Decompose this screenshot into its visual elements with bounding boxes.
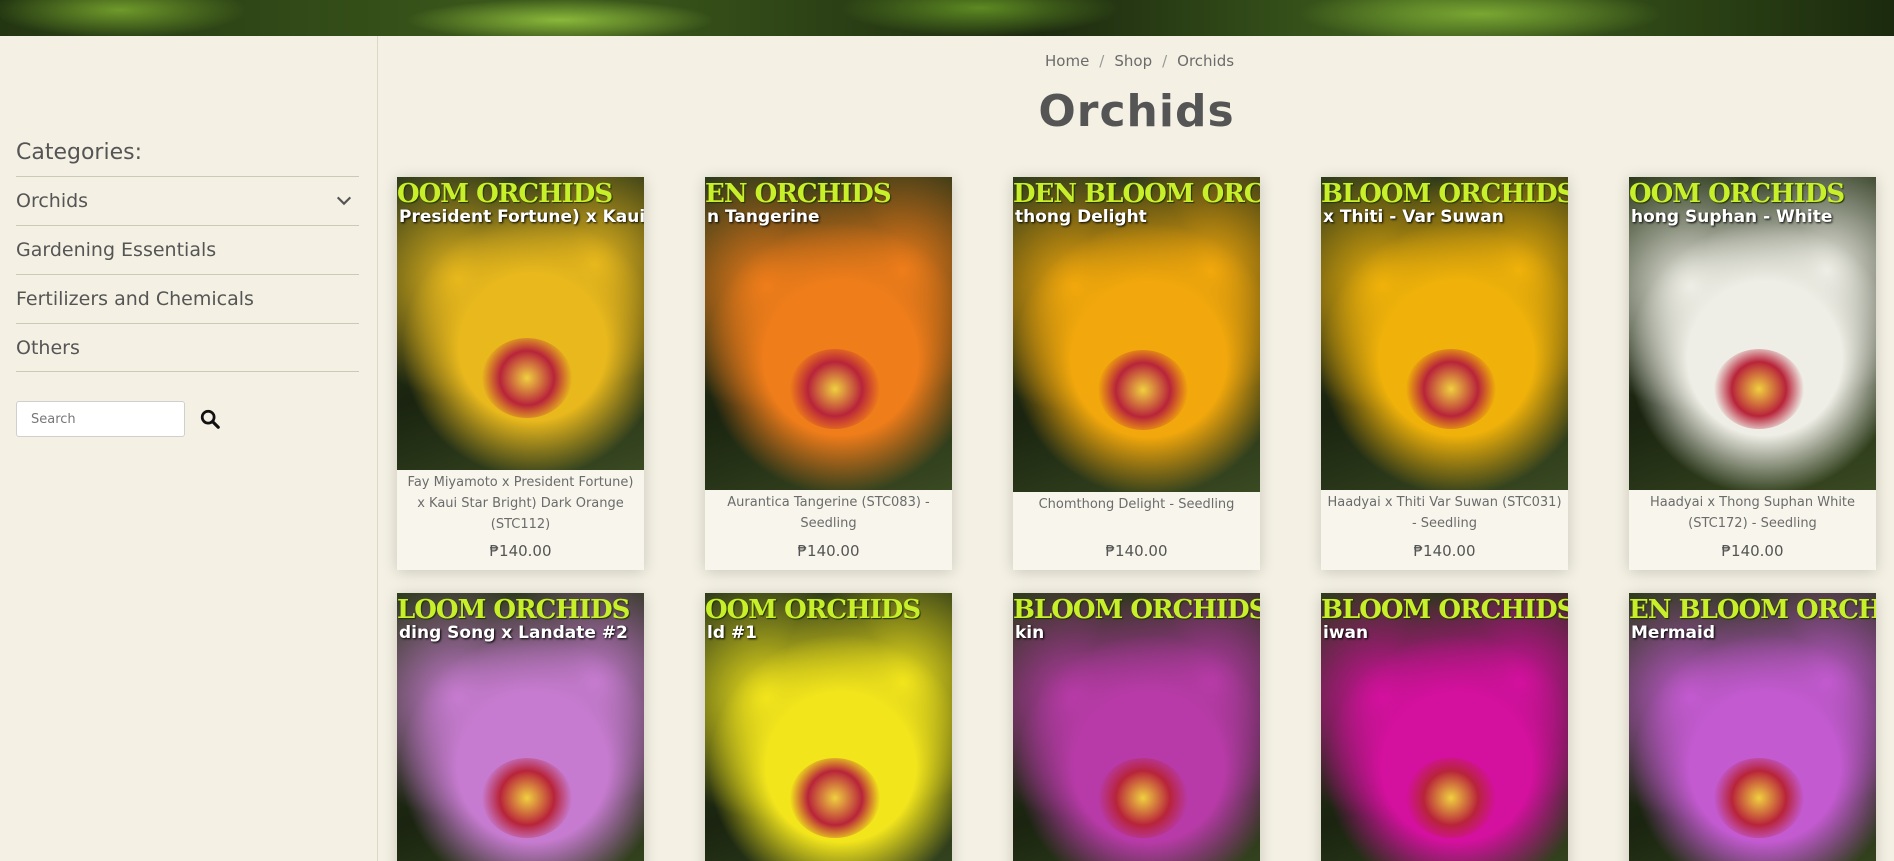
product-card[interactable]: OOM ORCHIDS hong Suphan - White Haadyai x … <box>1629 177 1876 570</box>
image-overlay-text: Mermaid <box>1631 623 1716 643</box>
watermark-brand: LOOM ORCHIDS <box>397 595 630 625</box>
category-label: Fertilizers and Chemicals <box>16 288 254 310</box>
breadcrumb-shop[interactable]: Shop <box>1114 52 1152 70</box>
watermark-brand: BLOOM ORCHIDS <box>1321 595 1568 625</box>
image-overlay-text: ding Song x Landate #2 <box>399 623 628 643</box>
product-image[interactable]: BLOOM ORCHIDS kin <box>1013 593 1260 861</box>
flower-lip-shape <box>790 758 880 838</box>
image-overlay-text: hong Suphan - White <box>1631 207 1833 227</box>
image-overlay-text: ld #1 <box>707 623 757 643</box>
breadcrumb-home[interactable]: Home <box>1045 52 1089 70</box>
search-input[interactable] <box>16 401 185 437</box>
watermark-brand: BLOOM ORCHIDS <box>1321 179 1568 209</box>
flower-lip-shape <box>482 758 572 838</box>
product-image[interactable]: EN BLOOM ORCHIDSMermaid <box>1629 593 1876 861</box>
product-card[interactable]: BLOOM ORCHIDS x Thiti - Var Suwan Haadyai … <box>1321 177 1568 570</box>
watermark-brand: OOM ORCHIDS <box>397 179 613 209</box>
product-name[interactable]: Aurantica Tangerine (STC083) - Seedling <box>705 490 952 534</box>
product-card[interactable]: EN ORCHIDS n Tangerine Aurantica Tangerine… <box>705 177 952 570</box>
flower-lip-shape <box>1714 349 1804 430</box>
product-card[interactable]: DEN BLOOM ORCHIDSthong DelightChomthong … <box>1013 177 1260 570</box>
flower-lip-shape <box>1098 350 1188 431</box>
category-gardening-essentials[interactable]: Gardening Essentials <box>16 225 359 274</box>
category-label: Others <box>16 336 80 359</box>
image-overlay-text: thong Delight <box>1015 207 1147 227</box>
product-card[interactable]: OOM ORCHIDSPresident Fortune) x Kaui Sta… <box>397 177 644 570</box>
product-price: ₱140.00 <box>1105 542 1168 560</box>
product-name[interactable]: Haadyai x Thiti Var Suwan (STC031) - See… <box>1321 490 1568 534</box>
product-card[interactable]: BLOOM ORCHIDS iwan <box>1321 593 1568 861</box>
category-fertilizers-and-chemicals[interactable]: Fertilizers and Chemicals <box>16 274 359 323</box>
product-image[interactable]: OOM ORCHIDS hong Suphan - White <box>1629 177 1876 490</box>
flower-lip-shape <box>1714 758 1804 838</box>
watermark-brand: EN ORCHIDS <box>705 179 892 209</box>
product-price: ₱140.00 <box>1721 542 1784 560</box>
sidebar: Categories: Orchids Gardening Essentials… <box>0 36 378 861</box>
search-icon[interactable] <box>199 408 221 430</box>
watermark-brand: OOM ORCHIDS <box>705 595 921 625</box>
product-card[interactable]: EN BLOOM ORCHIDSMermaid <box>1629 593 1876 861</box>
page-title: Orchids <box>1038 86 1235 137</box>
product-image[interactable]: DEN BLOOM ORCHIDSthong Delight <box>1013 177 1260 492</box>
product-image[interactable]: OOM ORCHIDS ld #1 <box>705 593 952 861</box>
product-image[interactable]: BLOOM ORCHIDS iwan <box>1321 593 1568 861</box>
product-image[interactable]: EN ORCHIDS n Tangerine <box>705 177 952 490</box>
chevron-down-icon[interactable] <box>335 192 353 210</box>
product-name[interactable]: Chomthong Delight - Seedling <box>1013 492 1260 515</box>
breadcrumb-current: Orchids <box>1177 52 1235 70</box>
category-list: Orchids Gardening Essentials Fertilizers… <box>16 176 359 372</box>
product-card[interactable]: BLOOM ORCHIDS kin <box>1013 593 1260 861</box>
flower-lip-shape <box>1406 758 1496 838</box>
product-image[interactable]: BLOOM ORCHIDS x Thiti - Var Suwan <box>1321 177 1568 490</box>
image-overlay-text: n Tangerine <box>707 207 820 227</box>
watermark-brand: BLOOM ORCHIDS <box>1013 595 1260 625</box>
product-card[interactable]: LOOM ORCHIDS ding Song x Landate #2 <box>397 593 644 861</box>
product-price: ₱140.00 <box>1413 542 1476 560</box>
watermark-brand: OOM ORCHIDS <box>1629 179 1845 209</box>
image-overlay-text: President Fortune) x Kaui Star B <box>399 207 644 227</box>
category-label: Orchids <box>16 190 89 212</box>
categories-heading: Categories: <box>16 140 142 165</box>
flower-lip-shape <box>1406 349 1496 430</box>
product-card[interactable]: OOM ORCHIDS ld #1 <box>705 593 952 861</box>
flower-lip-shape <box>790 349 880 430</box>
product-price: ₱140.00 <box>489 542 552 560</box>
product-name[interactable]: Fay Miyamoto x President Fortune) x Kaui… <box>397 470 644 535</box>
flower-lip-shape <box>482 338 572 419</box>
image-overlay-text: iwan <box>1323 623 1369 643</box>
watermark-brand: EN BLOOM ORCHIDS <box>1629 595 1876 625</box>
hero-banner-image <box>0 0 1894 36</box>
breadcrumb-separator: / <box>1162 52 1168 70</box>
breadcrumb: Home / Shop / Orchids <box>1045 52 1234 70</box>
product-name[interactable]: Haadyai x Thong Suphan White (STC172) - … <box>1629 490 1876 534</box>
category-label: Gardening Essentials <box>16 239 217 261</box>
product-image[interactable]: LOOM ORCHIDS ding Song x Landate #2 <box>397 593 644 861</box>
image-overlay-text: kin <box>1015 623 1045 643</box>
watermark-brand: DEN BLOOM ORCHIDS <box>1013 179 1260 209</box>
product-price: ₱140.00 <box>797 542 860 560</box>
flower-lip-shape <box>1098 758 1188 838</box>
search-box <box>16 401 221 437</box>
product-image[interactable]: OOM ORCHIDSPresident Fortune) x Kaui Sta… <box>397 177 644 470</box>
image-overlay-text: x Thiti - Var Suwan <box>1323 207 1504 227</box>
category-others[interactable]: Others <box>16 323 359 372</box>
breadcrumb-separator: / <box>1099 52 1105 70</box>
category-orchids[interactable]: Orchids <box>16 176 359 225</box>
